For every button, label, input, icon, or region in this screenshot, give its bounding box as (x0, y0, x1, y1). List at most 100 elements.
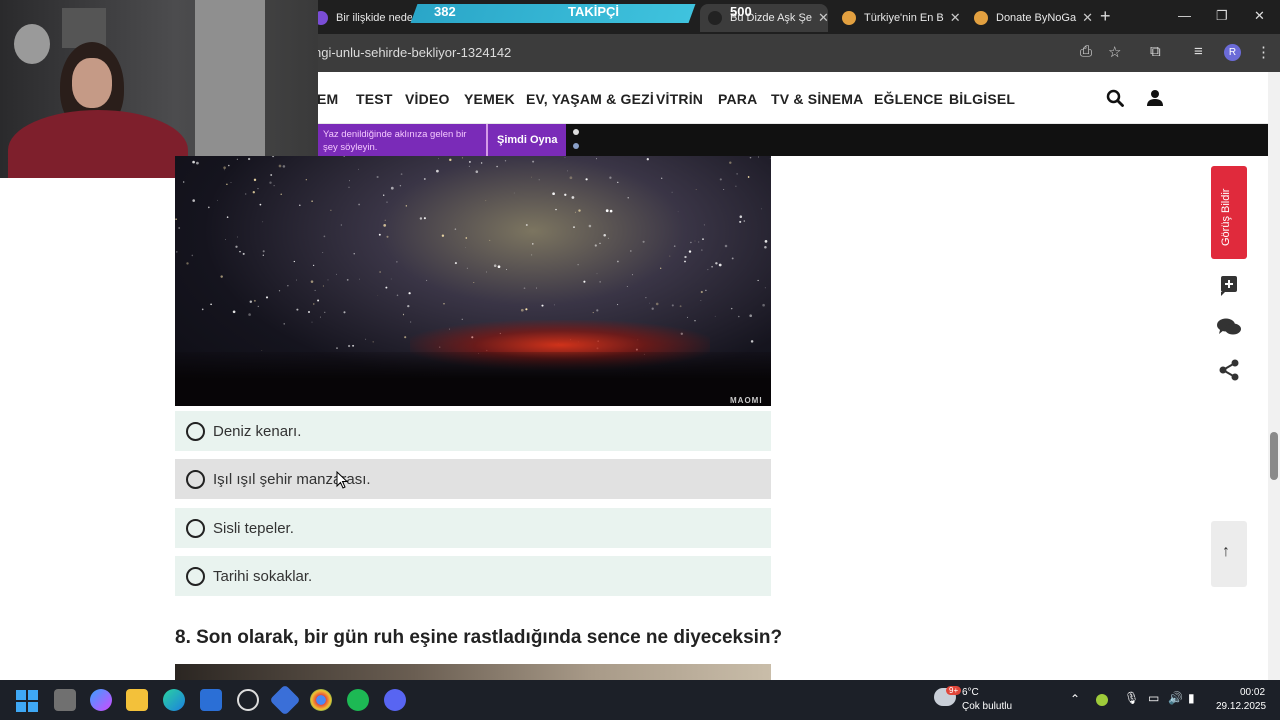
star (253, 299, 256, 302)
star (210, 303, 212, 306)
scrollbar-track[interactable] (1268, 72, 1280, 680)
comments-icon[interactable] (1216, 314, 1242, 340)
tab-favicon-icon (842, 11, 856, 25)
star (571, 196, 575, 199)
weather-desc[interactable]: Çok bulutlu (962, 701, 1012, 712)
star (468, 160, 471, 163)
browser-tab[interactable]: Türkiye'nin En B ✕ (834, 4, 962, 32)
nav-item-ev-yasam-gezi[interactable]: EV, YAŞAM & GEZİ (526, 91, 654, 107)
star (436, 169, 439, 173)
network-icon[interactable]: ▭ (1148, 691, 1159, 705)
nav-item-tv-sinema[interactable]: TV & SİNEMA (771, 91, 863, 107)
star (567, 170, 569, 172)
close-tab-icon[interactable]: ✕ (812, 10, 828, 26)
radio-button[interactable] (186, 566, 205, 586)
star (577, 264, 579, 266)
radio-button[interactable] (186, 469, 205, 489)
star (390, 278, 392, 280)
media-controls-icon[interactable]: ≡ (1194, 43, 1203, 60)
radio-button[interactable] (186, 421, 205, 441)
star (327, 279, 329, 281)
nav-item[interactable]: EM (317, 91, 338, 107)
back-to-top-button[interactable]: ↑ (1211, 521, 1247, 587)
star (700, 290, 703, 294)
star (603, 234, 606, 237)
browser-tab-active[interactable]: Bu Dizde Aşk Şe ✕ (700, 4, 828, 32)
microphone-icon[interactable]: 🎙 (1124, 691, 1139, 705)
extensions-icon[interactable]: ⧉ (1150, 43, 1161, 60)
windows-start-icon[interactable] (16, 690, 38, 712)
close-tab-icon[interactable]: ✕ (944, 10, 961, 26)
quiz-option[interactable]: Tarihi sokaklar. (175, 556, 771, 596)
nav-item-yemek[interactable]: YEMEK (464, 91, 515, 107)
star (216, 199, 218, 201)
webcam-door (195, 0, 265, 178)
store-icon[interactable] (200, 689, 222, 711)
chevron-up-icon[interactable]: ⌃ (1070, 692, 1080, 706)
nav-item-eglence[interactable]: EĞLENCE (874, 91, 943, 107)
star (569, 176, 573, 180)
obs-icon[interactable] (237, 689, 259, 711)
star (322, 285, 324, 287)
quiz-option-hovered[interactable]: Işıl ışıl şehir manzarası. (175, 459, 771, 499)
browser-menu-icon[interactable]: ⋮ (1256, 43, 1271, 61)
restore-icon[interactable]: ❐ (1216, 8, 1228, 24)
star (183, 181, 185, 183)
nav-item-para[interactable]: PARA (718, 91, 757, 107)
star (230, 182, 232, 184)
browser-tab[interactable]: Bir ilişkide neden (306, 4, 412, 32)
quiz-option[interactable]: Sisli tepeler. (175, 508, 771, 548)
url-text[interactable]: ngi-unlu-sehirde-bekliyor-1324142 (314, 45, 511, 60)
volume-icon[interactable]: 🔊 (1168, 691, 1183, 705)
spotify-icon[interactable] (347, 689, 369, 711)
nav-item-vitrin[interactable]: VİTRİN (656, 91, 703, 107)
profile-avatar[interactable]: R (1224, 44, 1241, 61)
star (764, 287, 766, 289)
weather-temp[interactable]: 6°C (962, 687, 979, 698)
star (438, 158, 439, 160)
star (485, 200, 487, 202)
file-explorer-icon[interactable] (126, 689, 148, 711)
star (262, 221, 264, 223)
bookmark-star-icon[interactable]: ☆ (1108, 43, 1121, 61)
new-tab-icon[interactable]: + (1100, 6, 1111, 27)
nav-item-test[interactable]: TEST (356, 91, 393, 107)
browser-tab[interactable]: Donate ByNoGa ✕ (966, 4, 1094, 32)
nav-item-bilgisel[interactable]: BİLGİSEL (949, 91, 1015, 107)
star (506, 268, 508, 270)
close-window-icon[interactable]: ✕ (1254, 8, 1265, 24)
scrollbar-thumb[interactable] (1270, 432, 1278, 480)
radio-button[interactable] (186, 518, 205, 538)
feedback-button[interactable]: Görüş Bildir (1211, 166, 1247, 259)
ad-text: Yaz denildiğinde aklınıza gelen bir şey … (323, 129, 467, 153)
clock-date[interactable]: 29.12.2025 (1216, 701, 1266, 712)
task-view-icon[interactable] (54, 689, 76, 711)
copilot-icon[interactable] (90, 689, 112, 711)
share-icon[interactable] (1216, 357, 1242, 383)
edge-icon[interactable] (163, 689, 185, 711)
chrome-icon[interactable] (310, 689, 332, 711)
user-icon[interactable] (1146, 89, 1164, 107)
tray-app-icon[interactable] (1096, 694, 1108, 706)
star (347, 344, 351, 348)
tab-title: Bir ilişkide neden (336, 12, 412, 24)
quiz-option[interactable]: Deniz kenarı. (175, 411, 771, 451)
install-app-icon[interactable]: ⎙ (1080, 43, 1092, 60)
star (739, 220, 742, 223)
search-icon[interactable] (1106, 89, 1124, 107)
star (235, 245, 238, 248)
ad-cta-button[interactable]: Şimdi Oyna (497, 134, 558, 146)
close-tab-icon[interactable]: ✕ (1076, 10, 1093, 26)
add-note-icon[interactable] (1216, 272, 1242, 298)
clock-time[interactable]: 00:02 (1240, 687, 1265, 698)
nav-item-video[interactable]: VİDEO (405, 91, 450, 107)
minimize-icon[interactable]: — (1178, 8, 1191, 23)
star (317, 299, 320, 302)
star (261, 350, 263, 351)
battery-icon[interactable]: ▮ (1188, 691, 1195, 705)
star (257, 188, 259, 190)
ad-carousel-dot[interactable] (573, 129, 579, 135)
ad-carousel-dot[interactable] (573, 143, 579, 149)
discord-icon[interactable] (384, 689, 406, 711)
star (764, 240, 768, 243)
